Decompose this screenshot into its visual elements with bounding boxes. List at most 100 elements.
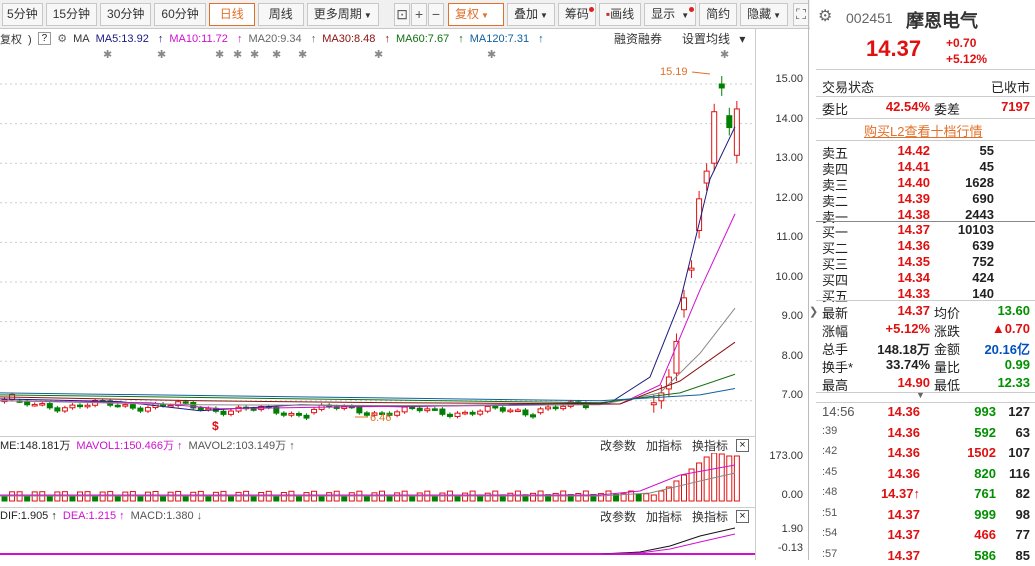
- candle-body: [733, 108, 740, 156]
- change-params-button[interactable]: 改参数: [600, 508, 636, 525]
- macd-header: DIF:1.905 ↑ DEA:1.215 ↑ MACD:1.380 ↓ 改参数…: [0, 507, 755, 524]
- dea-text: DEA:1.215: [62, 510, 117, 522]
- order-volume: 424: [972, 270, 994, 285]
- scroll-down-icon[interactable]: ▼: [916, 390, 925, 400]
- event-star-icon[interactable]: ✱: [103, 48, 112, 61]
- candle-body: [409, 406, 416, 410]
- weicha-label: 委差: [934, 102, 961, 117]
- event-star-icon[interactable]: ✱: [374, 48, 383, 61]
- volume-bar: [643, 493, 650, 502]
- candle-body: [492, 405, 499, 409]
- fuquan-button[interactable]: 复权 ▼: [448, 2, 504, 26]
- volume-bar: [484, 492, 491, 502]
- switch-indicator-button[interactable]: 换指标: [692, 508, 728, 525]
- stock-code: 002451: [846, 10, 893, 26]
- mavol2-text: MAVOL2:103.149万: [188, 440, 287, 452]
- change-params-button[interactable]: 改参数: [600, 437, 636, 454]
- candle-body: [424, 408, 431, 412]
- tick-time: :45: [822, 465, 838, 478]
- candle-body: [545, 406, 552, 410]
- overlay-button[interactable]: 叠加 ▼: [506, 2, 555, 26]
- event-star-icon[interactable]: ✱: [298, 48, 307, 61]
- stat-label: 均价: [934, 306, 961, 321]
- price-tick: 15.00: [775, 73, 803, 85]
- event-star-icon[interactable]: ✱: [157, 48, 166, 61]
- add-indicator-button[interactable]: 加指标: [646, 508, 682, 525]
- candle-body: [537, 408, 544, 414]
- event-star-icon[interactable]: ✱: [250, 48, 259, 61]
- chevron-down-icon: ▼: [539, 10, 548, 20]
- tick-count: 82: [1015, 486, 1030, 501]
- macd-tick: -0.13: [777, 542, 803, 554]
- period-60min[interactable]: 60分钟: [154, 2, 206, 26]
- candles: [1, 76, 740, 421]
- simple-button[interactable]: 简约: [699, 2, 738, 26]
- event-star-icon[interactable]: ✱: [720, 48, 729, 61]
- zoom-out-icon[interactable]: −: [428, 2, 444, 26]
- volume-bar: [726, 455, 733, 502]
- candle-body: [122, 404, 129, 407]
- candle-body: [220, 410, 227, 415]
- tick-volume: 592: [974, 424, 996, 440]
- close-icon[interactable]: ×: [736, 438, 749, 452]
- volume-bar: [394, 492, 401, 502]
- separator: [816, 402, 1035, 403]
- candle-body: [394, 411, 401, 416]
- fuquan-indicator[interactable]: 复权): [0, 31, 32, 47]
- stock-header: ⚙ 002451 摩恩电气 14.37 +0.70 +5.12%: [816, 0, 1035, 70]
- tick-price: 14.37: [887, 547, 920, 563]
- buy-l2-link[interactable]: 购买L2查看十档行情: [864, 121, 982, 140]
- period-weekly[interactable]: 周线: [257, 2, 304, 26]
- help-icon[interactable]: ?: [37, 32, 52, 45]
- high-arrow: [691, 71, 711, 75]
- ma-settings-button[interactable]: 设置均线 ▾: [682, 30, 745, 47]
- settings-icon[interactable]: ⚙: [818, 6, 832, 26]
- fuquan-indicator-label: 复权: [0, 33, 22, 46]
- volume-bar: [416, 492, 423, 502]
- event-star-icon[interactable]: ✱: [487, 48, 496, 61]
- period-30min[interactable]: 30分钟: [100, 2, 152, 26]
- event-star-icon[interactable]: ✱: [233, 48, 242, 61]
- zoom-in-icon[interactable]: +: [411, 2, 428, 26]
- close-icon[interactable]: ×: [736, 509, 749, 523]
- display-button[interactable]: 显示 ▼: [644, 2, 697, 26]
- dividend-marker-icon[interactable]: $: [212, 419, 219, 432]
- draw-line-button[interactable]: ▪画线: [598, 2, 642, 26]
- candlestick-chart[interactable]: 15.19 6.46 $: [0, 62, 755, 432]
- event-star-icon[interactable]: ✱: [215, 48, 224, 61]
- period-toolbar: 5分钟 15分钟 30分钟 60分钟 日线 周线 更多周期 ▼ ⊡ + − 复权 ▼…: [0, 0, 810, 29]
- stat-label: 量比: [934, 360, 961, 375]
- candle-body: [650, 402, 657, 406]
- volume-chart[interactable]: [0, 453, 755, 503]
- tick-count: 98: [1015, 506, 1030, 522]
- tick-price: 14.36: [887, 465, 920, 481]
- period-more[interactable]: 更多周期 ▼: [306, 2, 379, 26]
- candle-body: [137, 407, 144, 412]
- low-annotation: 6.46: [370, 412, 391, 424]
- gear-icon[interactable]: ⚙: [57, 32, 67, 45]
- volume-bar: [530, 492, 536, 502]
- price-change: +0.70: [946, 36, 977, 50]
- chip-button[interactable]: 筹码: [557, 2, 596, 26]
- candle-body: [129, 404, 136, 409]
- dif-value: DIF:1.905 ↑: [0, 510, 57, 522]
- quote-panel: ⚙ 002451 摩恩电气 14.37 +0.70 +5.12% 交易状态 已收…: [816, 0, 1035, 563]
- fullscreen-icon[interactable]: ⛶: [793, 2, 810, 26]
- switch-indicator-button[interactable]: 换指标: [692, 437, 728, 454]
- panel-divider[interactable]: [808, 0, 809, 560]
- order-volume: 639: [972, 238, 994, 253]
- event-star-icon[interactable]: ✱: [272, 48, 281, 61]
- macd-chart[interactable]: [0, 524, 755, 560]
- draw-line-label: 画线: [610, 6, 635, 21]
- hide-button[interactable]: 隐藏 ▼: [740, 2, 789, 26]
- lock-icon[interactable]: ⊡: [394, 2, 411, 26]
- period-15min[interactable]: 15分钟: [45, 2, 98, 26]
- margin-trading-link[interactable]: 融资融券: [614, 30, 662, 47]
- period-daily[interactable]: 日线: [208, 2, 255, 26]
- add-indicator-button[interactable]: 加指标: [646, 437, 682, 454]
- stat-value: 14.37: [897, 303, 930, 318]
- volume-bar: [182, 495, 189, 502]
- candle-body: [522, 409, 529, 416]
- period-5min[interactable]: 5分钟: [2, 2, 43, 26]
- ma60-value: MA60:7.67 ↑: [395, 32, 464, 45]
